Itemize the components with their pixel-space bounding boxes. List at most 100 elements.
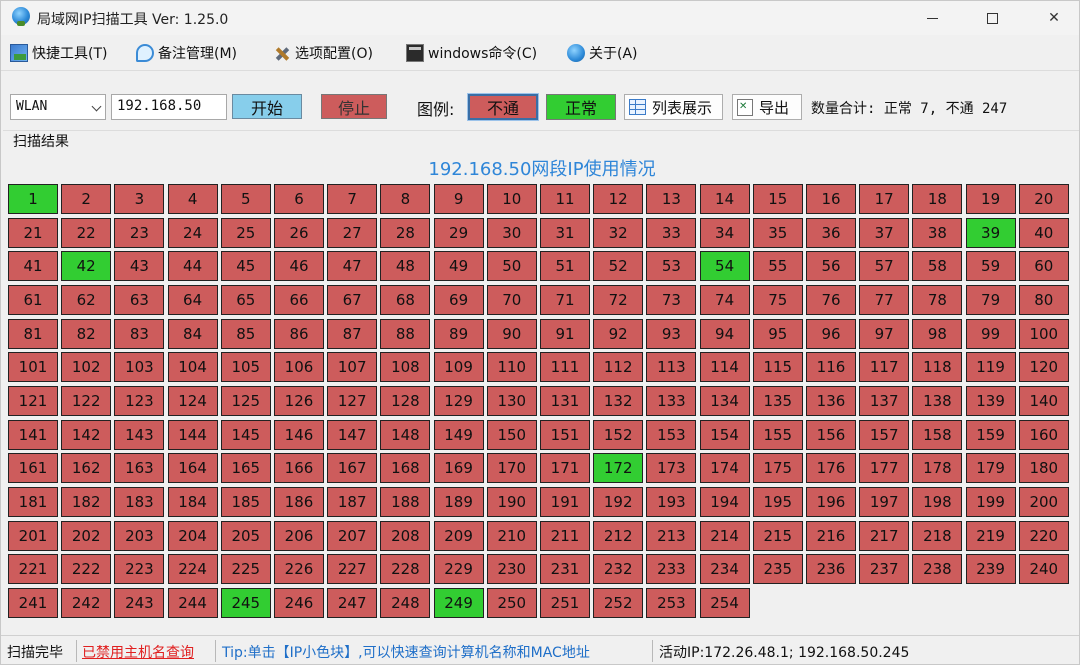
ip-cell-158[interactable]: 158	[912, 419, 963, 450]
ip-cell-181[interactable]: 181	[8, 486, 58, 517]
ip-cell-150[interactable]: 150	[486, 419, 537, 450]
ip-cell-62[interactable]: 62	[61, 284, 112, 315]
ip-cell-126[interactable]: 126	[274, 385, 324, 416]
ip-cell-46[interactable]: 46	[274, 251, 324, 282]
ip-cell-87[interactable]: 87	[327, 318, 378, 349]
ip-cell-194[interactable]: 194	[699, 486, 750, 517]
list-view-button[interactable]: 列表展示	[624, 94, 723, 120]
ip-cell-204[interactable]: 204	[167, 520, 218, 551]
ip-cell-81[interactable]: 81	[8, 318, 58, 349]
ip-cell-42[interactable]: 42	[61, 251, 112, 282]
ip-cell-34[interactable]: 34	[699, 217, 750, 248]
ip-cell-26[interactable]: 26	[274, 217, 324, 248]
ip-cell-103[interactable]: 103	[114, 352, 165, 383]
ip-cell-159[interactable]: 159	[965, 419, 1016, 450]
ip-cell-131[interactable]: 131	[540, 385, 590, 416]
ip-cell-86[interactable]: 86	[274, 318, 324, 349]
ip-cell-112[interactable]: 112	[593, 352, 644, 383]
ip-cell-128[interactable]: 128	[380, 385, 431, 416]
ip-cell-67[interactable]: 67	[327, 284, 378, 315]
menu-quick-tools[interactable]: 快捷工具(T)	[10, 41, 107, 65]
ip-cell-38[interactable]: 38	[912, 217, 963, 248]
ip-cell-119[interactable]: 119	[965, 352, 1016, 383]
ip-cell-82[interactable]: 82	[61, 318, 112, 349]
ip-cell-19[interactable]: 19	[965, 184, 1016, 214]
ip-cell-73[interactable]: 73	[646, 284, 697, 315]
ip-cell-167[interactable]: 167	[327, 453, 378, 484]
ip-cell-190[interactable]: 190	[486, 486, 537, 517]
ip-cell-116[interactable]: 116	[806, 352, 856, 383]
maximize-button[interactable]	[969, 1, 1015, 35]
ip-cell-153[interactable]: 153	[646, 419, 697, 450]
ip-cell-254[interactable]: 254	[699, 587, 750, 618]
ip-cell-155[interactable]: 155	[752, 419, 803, 450]
ip-cell-245[interactable]: 245	[220, 587, 271, 618]
ip-cell-40[interactable]: 40	[1018, 217, 1069, 248]
ip-cell-23[interactable]: 23	[114, 217, 165, 248]
ip-cell-215[interactable]: 215	[752, 520, 803, 551]
ip-cell-217[interactable]: 217	[859, 520, 910, 551]
ip-cell-64[interactable]: 64	[167, 284, 218, 315]
ip-cell-247[interactable]: 247	[327, 587, 378, 618]
ip-cell-21[interactable]: 21	[8, 217, 58, 248]
ip-cell-127[interactable]: 127	[327, 385, 378, 416]
ip-cell-225[interactable]: 225	[220, 554, 271, 585]
stop-button[interactable]: 停止	[321, 94, 387, 119]
ip-cell-11[interactable]: 11	[540, 184, 590, 214]
ip-cell-85[interactable]: 85	[220, 318, 271, 349]
ip-cell-134[interactable]: 134	[699, 385, 750, 416]
ip-cell-120[interactable]: 120	[1018, 352, 1069, 383]
ip-cell-214[interactable]: 214	[699, 520, 750, 551]
ip-cell-25[interactable]: 25	[220, 217, 271, 248]
ip-cell-141[interactable]: 141	[8, 419, 58, 450]
ip-cell-147[interactable]: 147	[327, 419, 378, 450]
ip-cell-105[interactable]: 105	[220, 352, 271, 383]
ip-cell-157[interactable]: 157	[859, 419, 910, 450]
ip-cell-174[interactable]: 174	[699, 453, 750, 484]
ip-cell-149[interactable]: 149	[433, 419, 484, 450]
ip-cell-114[interactable]: 114	[699, 352, 750, 383]
ip-cell-57[interactable]: 57	[859, 251, 910, 282]
ip-cell-122[interactable]: 122	[61, 385, 112, 416]
ip-cell-98[interactable]: 98	[912, 318, 963, 349]
ip-cell-51[interactable]: 51	[540, 251, 590, 282]
ip-cell-216[interactable]: 216	[806, 520, 856, 551]
ip-cell-172[interactable]: 172	[593, 453, 644, 484]
ip-cell-161[interactable]: 161	[8, 453, 58, 484]
ip-cell-135[interactable]: 135	[752, 385, 803, 416]
ip-cell-253[interactable]: 253	[646, 587, 697, 618]
ip-cell-178[interactable]: 178	[912, 453, 963, 484]
ip-cell-91[interactable]: 91	[540, 318, 590, 349]
ip-cell-234[interactable]: 234	[699, 554, 750, 585]
ip-cell-177[interactable]: 177	[859, 453, 910, 484]
ip-cell-198[interactable]: 198	[912, 486, 963, 517]
ip-cell-31[interactable]: 31	[540, 217, 590, 248]
ip-cell-143[interactable]: 143	[114, 419, 165, 450]
ip-cell-109[interactable]: 109	[433, 352, 484, 383]
ip-cell-224[interactable]: 224	[167, 554, 218, 585]
ip-cell-101[interactable]: 101	[8, 352, 58, 383]
ip-cell-37[interactable]: 37	[859, 217, 910, 248]
ip-cell-18[interactable]: 18	[912, 184, 963, 214]
ip-cell-175[interactable]: 175	[752, 453, 803, 484]
ip-cell-209[interactable]: 209	[433, 520, 484, 551]
ip-cell-89[interactable]: 89	[433, 318, 484, 349]
hostname-query-link[interactable]: 已禁用主机名查询	[82, 642, 194, 662]
ip-cell-100[interactable]: 100	[1018, 318, 1069, 349]
menu-windows-commands[interactable]: windows命令(C)	[406, 41, 537, 65]
ip-cell-45[interactable]: 45	[220, 251, 271, 282]
ip-cell-237[interactable]: 237	[859, 554, 910, 585]
export-button[interactable]: 导出	[732, 94, 802, 120]
ip-cell-251[interactable]: 251	[540, 587, 590, 618]
ip-cell-4[interactable]: 4	[167, 184, 218, 214]
ip-cell-3[interactable]: 3	[114, 184, 165, 214]
ip-cell-54[interactable]: 54	[699, 251, 750, 282]
ip-cell-220[interactable]: 220	[1018, 520, 1069, 551]
ip-cell-166[interactable]: 166	[274, 453, 324, 484]
legend-up-button[interactable]: 正常	[546, 94, 616, 120]
ip-cell-1[interactable]: 1	[8, 184, 58, 214]
ip-cell-6[interactable]: 6	[274, 184, 324, 214]
ip-cell-94[interactable]: 94	[699, 318, 750, 349]
ip-cell-136[interactable]: 136	[806, 385, 856, 416]
ip-cell-22[interactable]: 22	[61, 217, 112, 248]
